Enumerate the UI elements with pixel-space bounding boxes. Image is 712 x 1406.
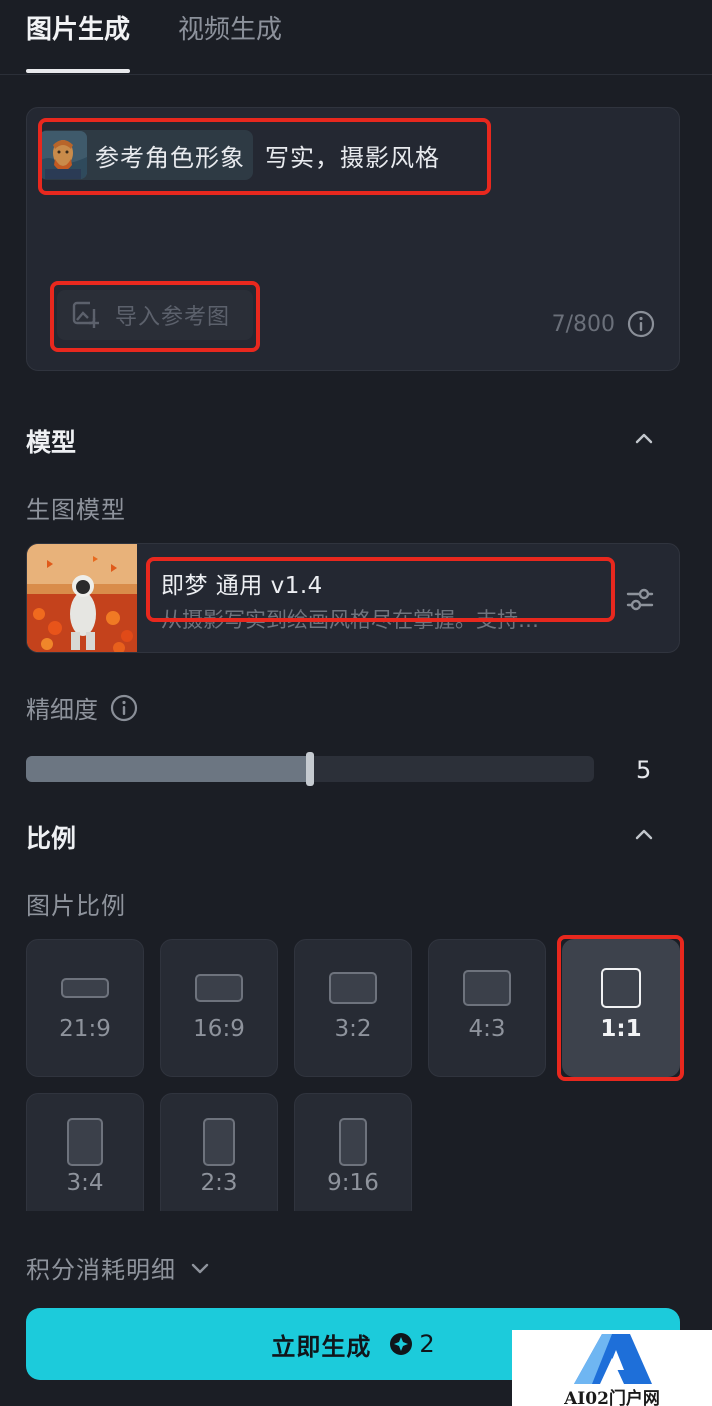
ratio-option-3-4[interactable]: 3:4 bbox=[26, 1093, 144, 1211]
char-counter-text: 7/800 bbox=[551, 311, 615, 337]
ratio-option-1-1[interactable]: 1:1 bbox=[562, 939, 680, 1077]
model-thumbnail bbox=[27, 544, 137, 652]
ratio-shape-icon bbox=[61, 978, 109, 998]
tab-image-generation[interactable]: 图片生成 bbox=[26, 12, 130, 48]
ratio-shape-icon bbox=[329, 972, 377, 1004]
ratio-shape-icon bbox=[67, 1118, 103, 1166]
reference-thumbnail bbox=[39, 131, 87, 179]
tab-video-generation[interactable]: 视频生成 bbox=[178, 12, 282, 48]
chevron-up-icon[interactable] bbox=[634, 824, 654, 844]
model-name: 即梦 通用 v1.4 bbox=[161, 573, 323, 599]
reference-chip-label: 参考角色形象 bbox=[95, 143, 245, 172]
ratio-label: 1:1 bbox=[600, 1016, 642, 1042]
ratio-label: 4:3 bbox=[468, 1016, 506, 1042]
top-tabs: 图片生成 视频生成 bbox=[0, 0, 712, 75]
generate-credit-cost: 2 bbox=[389, 1330, 435, 1358]
reference-character-chip[interactable]: 参考角色形象 bbox=[39, 130, 253, 180]
detail-level-text: 精细度 bbox=[26, 696, 98, 724]
active-tab-indicator bbox=[26, 69, 130, 73]
generate-credit-value: 2 bbox=[419, 1330, 435, 1358]
ratio-shape-icon bbox=[601, 968, 641, 1008]
detail-slider-handle[interactable] bbox=[306, 752, 314, 786]
ratio-shape-icon bbox=[195, 974, 243, 1002]
ratio-option-21-9[interactable]: 21:9 bbox=[26, 939, 144, 1077]
ratio-option-9-16[interactable]: 9:16 bbox=[294, 1093, 412, 1211]
import-reference-button[interactable]: 导入参考图 bbox=[57, 290, 253, 340]
info-icon[interactable] bbox=[110, 694, 138, 722]
watermark-text: AI02门户网 bbox=[564, 1389, 660, 1406]
ratio-sub-label: 图片比例 bbox=[26, 892, 126, 920]
ratio-option-16-9[interactable]: 16:9 bbox=[160, 939, 278, 1077]
ratio-label: 2:3 bbox=[200, 1170, 238, 1196]
ratio-options-grid: 21:9 16:9 3:2 4:3 1:1 3:4 2:3 9:16 bbox=[26, 939, 686, 1211]
image-plus-icon bbox=[72, 301, 99, 328]
model-section-title: 模型 bbox=[26, 428, 77, 457]
chevron-down-icon bbox=[191, 1263, 209, 1273]
ratio-label: 16:9 bbox=[193, 1016, 245, 1042]
detail-slider-value: 5 bbox=[636, 756, 652, 784]
ratio-option-3-2[interactable]: 3:2 bbox=[294, 939, 412, 1077]
ratio-option-2-3[interactable]: 2:3 bbox=[160, 1093, 278, 1211]
ratio-label: 21:9 bbox=[59, 1016, 111, 1042]
char-counter: 7/800 bbox=[552, 310, 655, 338]
ratio-label: 3:2 bbox=[334, 1016, 372, 1042]
ratio-section-title: 比例 bbox=[26, 824, 77, 853]
prompt-line: 参考角色形象 写实，摄影风格 bbox=[39, 130, 440, 180]
info-icon[interactable] bbox=[627, 310, 655, 338]
ratio-shape-icon bbox=[463, 970, 511, 1006]
generate-button-label: 立即生成 bbox=[271, 1332, 372, 1361]
ratio-label: 3:4 bbox=[66, 1170, 104, 1196]
chevron-up-icon[interactable] bbox=[634, 428, 654, 448]
prompt-text[interactable]: 写实，摄影风格 bbox=[265, 138, 440, 173]
detail-slider-fill bbox=[26, 756, 310, 782]
cost-breakdown-toggle[interactable]: 积分消耗明细 bbox=[26, 1250, 210, 1285]
detail-level-label: 精细度 bbox=[26, 690, 138, 725]
model-sub-label: 生图模型 bbox=[26, 496, 126, 524]
ratio-shape-icon bbox=[203, 1118, 235, 1166]
ratio-label: 9:16 bbox=[327, 1170, 379, 1196]
ratio-shape-icon bbox=[339, 1118, 367, 1166]
import-reference-label: 导入参考图 bbox=[115, 305, 231, 330]
cost-breakdown-label: 积分消耗明细 bbox=[26, 1256, 176, 1284]
credit-icon bbox=[390, 1333, 413, 1355]
model-card[interactable]: 即梦 通用 v1.4 从摄影写实到绘画风格尽在掌握。支持… bbox=[26, 543, 680, 653]
watermark-logo: AI02门户网 bbox=[512, 1330, 712, 1406]
watermark-mountain-icon bbox=[574, 1334, 652, 1384]
sliders-icon[interactable] bbox=[625, 584, 655, 614]
prompt-input-area[interactable]: 参考角色形象 写实，摄影风格 导入参考图 7/800 bbox=[26, 107, 680, 371]
ratio-option-4-3[interactable]: 4:3 bbox=[428, 939, 546, 1077]
model-description: 从摄影写实到绘画风格尽在掌握。支持… bbox=[161, 608, 539, 632]
